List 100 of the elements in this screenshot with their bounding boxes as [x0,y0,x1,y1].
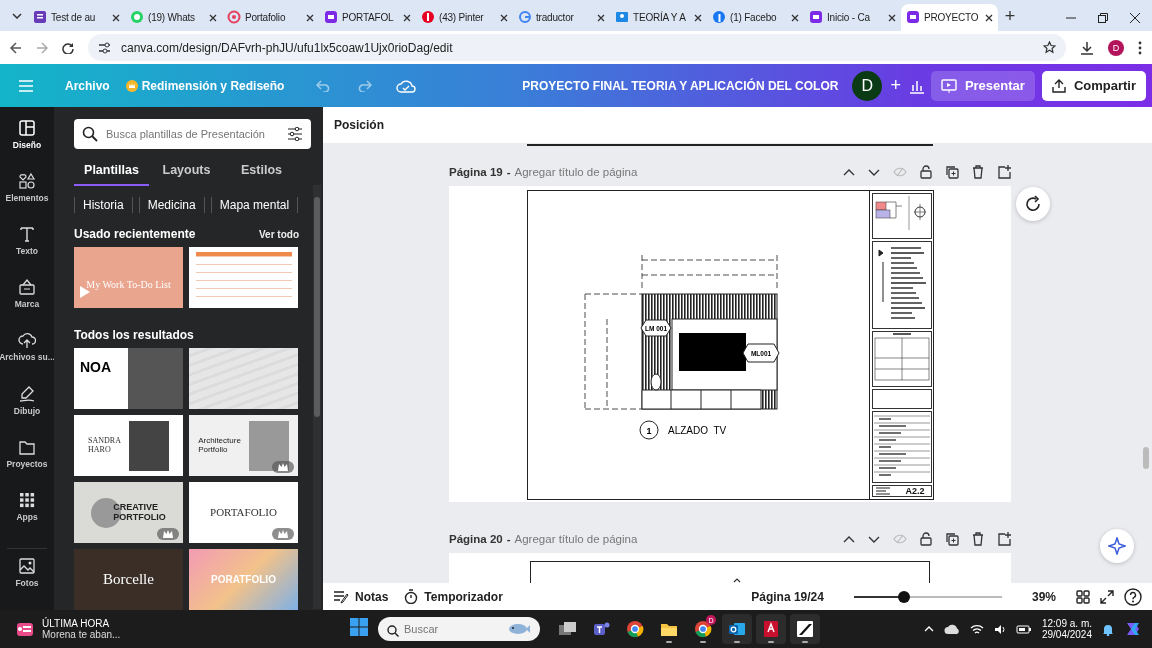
close-icon[interactable] [597,13,605,22]
panel-tab[interactable]: Estilos [224,155,299,186]
help-icon[interactable] [1124,587,1142,606]
category-chip[interactable]: Historia [74,197,133,213]
page-title-field[interactable]: Agregar título de página [514,166,638,179]
browser-tab[interactable]: TEORÍA Y A [610,4,707,31]
browser-tab[interactable]: PROYECTO [901,4,998,31]
close-icon[interactable] [1130,13,1140,23]
chevron-down-icon[interactable] [868,168,880,176]
bell-icon[interactable] [1102,622,1114,636]
trash-icon[interactable] [972,532,984,547]
battery-icon[interactable] [1015,624,1032,634]
category-chip[interactable]: Mapa mental [210,197,299,213]
see-all-link[interactable]: Ver todo [259,228,299,240]
duplicate-icon[interactable] [945,532,959,547]
duplicate-icon[interactable] [945,165,959,180]
document-title[interactable]: PROYECTO FINAL TEORIA Y APLICACIÓN DEL COLOR [522,78,839,93]
windows-start-icon[interactable] [350,618,368,636]
taskbar-clock[interactable]: 12:09 a. m. 29/04/2024 [1041,618,1092,640]
share-button[interactable]: Compartir [1041,70,1146,101]
filter-sliders-icon[interactable] [287,127,303,141]
browser-tab[interactable]: (19) Whats [125,4,222,31]
add-page-icon[interactable] [997,165,1011,180]
sidebar-item[interactable]: Elementos [0,172,54,226]
sidebar-item[interactable]: Marca [0,278,54,332]
chevron-up-icon[interactable] [843,168,855,176]
page-title-field[interactable]: Agregar título de página [514,533,638,546]
assistant-button[interactable] [1100,529,1134,563]
chevron-down-icon[interactable] [12,13,22,19]
user-avatar[interactable]: D [852,70,883,101]
panel-tab[interactable]: Layouts [149,155,224,186]
sidebar-item[interactable]: Texto [0,225,54,279]
taskbar-app-button[interactable] [722,614,752,644]
trash-icon[interactable] [972,165,984,180]
notes-button[interactable]: Notas [333,589,389,604]
browser-tab[interactable]: (1) Facebo [707,4,804,31]
taskbar-app-button[interactable] [756,614,786,644]
cloud-icon[interactable] [943,624,960,634]
zoom-percentage[interactable]: 39% [1031,589,1056,604]
close-icon[interactable] [403,13,411,22]
back-arrow-icon[interactable] [10,41,22,54]
close-icon[interactable] [209,13,217,22]
close-icon[interactable] [888,13,896,22]
sidebar-item[interactable]: Diseño [0,119,54,173]
cloud-check-icon[interactable] [396,78,417,93]
chevron-up-icon[interactable] [843,535,855,543]
star-icon[interactable] [1043,41,1056,54]
close-icon[interactable] [985,13,993,22]
wifi-icon[interactable] [969,623,984,635]
timer-button[interactable]: Temporizador [404,589,503,604]
page-canvas[interactable] [449,553,1011,583]
template-thumbnail[interactable] [189,247,298,308]
add-page-icon[interactable] [997,532,1011,547]
browser-tab[interactable]: Portafolio [222,4,319,31]
template-thumbnail[interactable]: PORTAFOLIO [189,482,298,543]
sidebar-item[interactable]: Dibujo [0,384,54,438]
category-chip[interactable]: Medicina [138,197,205,213]
sidebar-item[interactable]: Archivos su... [0,331,54,385]
scrollbar-thumb[interactable] [314,197,320,417]
sidebar-item[interactable]: Fotos [0,556,54,610]
close-icon[interactable] [306,13,314,22]
close-icon[interactable] [112,13,120,22]
page-indicator[interactable]: Página 19/24 [751,589,824,604]
address-bar[interactable]: canva.com/design/DAFvrh-phJU/ufu1lx5coaw1Ujx0rioDag/edit [88,34,1066,61]
speaker-icon[interactable] [993,623,1006,635]
grid-view-icon[interactable] [1076,589,1090,604]
template-thumbnail[interactable]: Borcelle [74,549,183,610]
browser-tab[interactable]: traductor [513,4,610,31]
restore-icon[interactable] [1098,13,1108,23]
browser-tab[interactable]: Test de au [28,4,125,31]
profile-avatar[interactable]: D [1108,39,1124,56]
close-icon[interactable] [791,13,799,22]
more-options-icon[interactable] [1138,40,1142,55]
chevron-down-icon[interactable] [868,535,880,543]
present-button[interactable]: Presentar [930,70,1035,101]
copilot-icon[interactable] [1124,620,1142,638]
lock-icon[interactable] [920,532,932,547]
sidebar-item[interactable]: Proyectos [0,437,54,491]
news-widget[interactable]: ÚLTIMA HORA Morena te aban... [0,618,330,640]
position-button[interactable]: Posición [323,107,1152,143]
reload-icon[interactable] [62,41,74,54]
new-tab-button[interactable]: + [998,6,1022,27]
search-field[interactable]: Busca plantillas de Presentación [74,119,311,149]
panel-tab[interactable]: Plantillas [74,155,149,186]
template-thumbnail[interactable]: SANDRA HARO [74,415,183,476]
close-icon[interactable] [500,13,508,22]
scrollbar-thumb[interactable] [1143,447,1149,469]
browser-tab[interactable]: PORTAFOL [319,4,416,31]
fullscreen-icon[interactable] [1100,589,1114,604]
template-thumbnail[interactable]: CREATIVE PORTFOLIO [74,482,183,543]
close-icon[interactable] [694,13,702,22]
slider-thumb[interactable] [898,590,911,603]
taskbar-app-button[interactable] [790,614,820,644]
browser-tab[interactable]: (43) Pinter [416,4,513,31]
lock-icon[interactable] [920,165,932,180]
template-thumbnail[interactable]: Architecture Portfolio [189,415,298,476]
download-icon[interactable] [1080,40,1094,55]
taskbar-search-field[interactable]: Buscar [378,617,540,641]
refresh-button[interactable] [1016,187,1050,221]
browser-tab[interactable]: Inicio - Ca [804,4,901,31]
